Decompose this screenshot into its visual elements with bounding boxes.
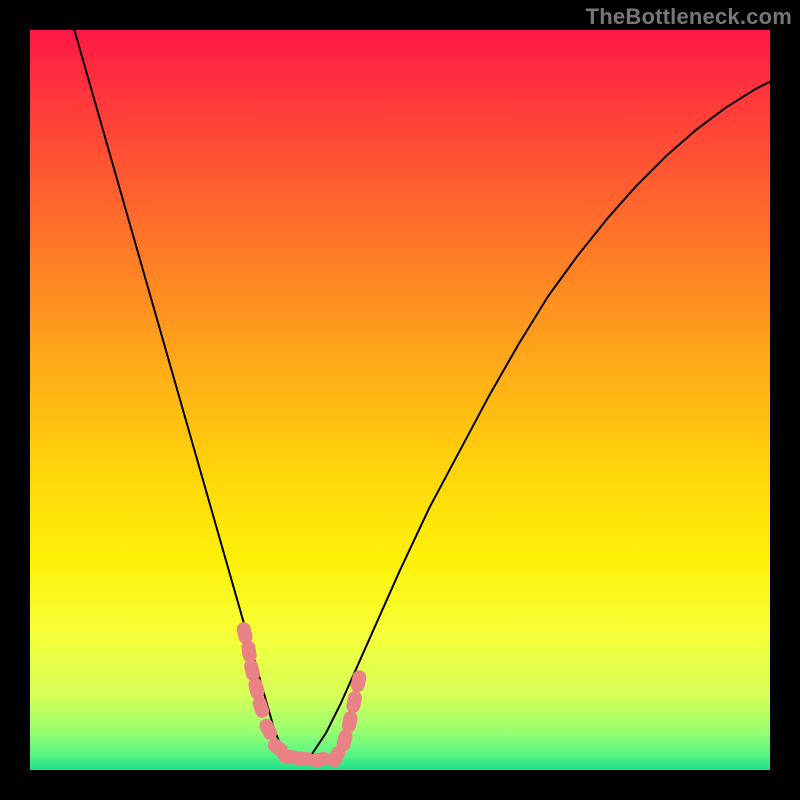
- plot-svg: [30, 30, 770, 770]
- watermark-text: TheBottleneck.com: [586, 4, 792, 30]
- gradient-background: [30, 30, 770, 770]
- plot-area: [30, 30, 770, 770]
- chart-frame: TheBottleneck.com: [0, 0, 800, 800]
